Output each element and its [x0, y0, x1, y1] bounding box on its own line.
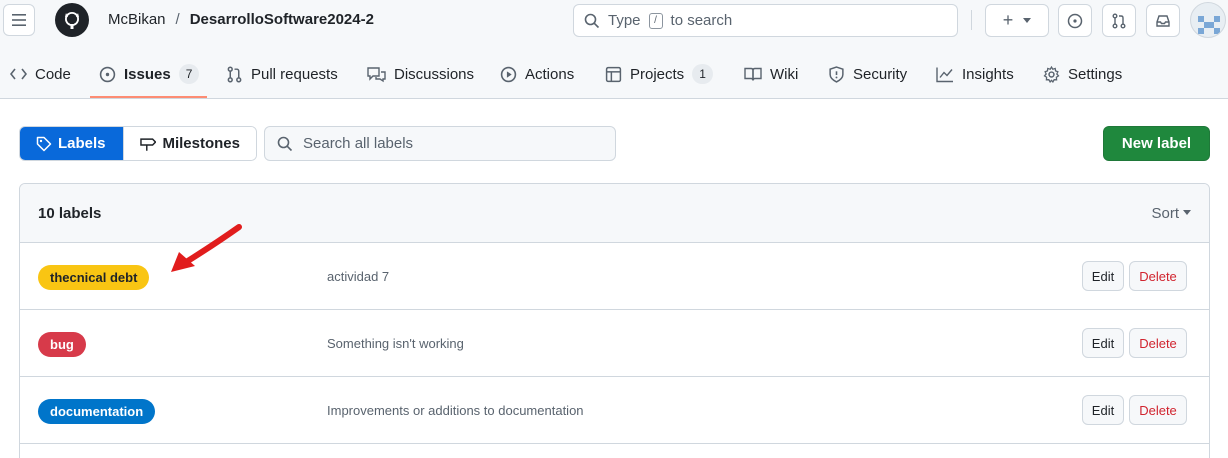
label-pill[interactable]: documentation [38, 399, 156, 424]
delete-button[interactable]: Delete [1129, 328, 1187, 358]
shield-icon [829, 65, 844, 83]
labels-milestones-toggle: Labels Milestones [19, 126, 257, 161]
tab-label: Security [853, 65, 908, 83]
hamburger-icon [12, 14, 26, 26]
milestones-tab-label: Milestones [162, 135, 240, 152]
label-pill[interactable]: bug [38, 332, 86, 357]
global-nav: McBikan / DesarrolloSoftware2024-2 Type … [0, 0, 1228, 44]
tab-label: Code [35, 65, 71, 83]
search-suffix: to search [670, 12, 733, 29]
repo-name-link[interactable]: DesarrolloSoftware2024-2 [190, 11, 374, 28]
gear-icon [1043, 65, 1060, 83]
tab-label: Insights [962, 65, 1014, 83]
tab-wiki[interactable]: Wiki [744, 54, 798, 94]
milestones-tab[interactable]: Milestones [123, 127, 256, 160]
search-prefix: Type [608, 12, 641, 29]
caret-down-icon [1183, 210, 1191, 215]
new-label-button[interactable]: New label [1103, 126, 1210, 161]
label-row: documentation Improvements or additions … [20, 377, 1209, 444]
tab-discussions[interactable]: Discussions [367, 54, 474, 94]
your-issues-button[interactable] [1058, 4, 1092, 37]
breadcrumb-separator: / [175, 11, 180, 28]
labels-tab-label: Labels [58, 135, 106, 152]
tab-label: Discussions [394, 65, 475, 83]
delete-button[interactable]: Delete [1129, 261, 1187, 291]
tab-label: Wiki [770, 65, 799, 83]
notifications-button[interactable] [1146, 4, 1180, 37]
git-pull-request-icon [1112, 13, 1126, 28]
active-tab-indicator [90, 96, 207, 98]
search-labels-input[interactable]: Search all labels [264, 126, 616, 161]
labels-count: 10 labels [38, 204, 102, 222]
tab-label: Settings [1068, 65, 1123, 83]
edit-button[interactable]: Edit [1082, 261, 1124, 291]
tab-projects[interactable]: Projects 1 [605, 54, 713, 94]
discussion-icon [367, 66, 386, 82]
tab-issues[interactable]: Issues 7 [99, 54, 200, 94]
user-avatar[interactable] [1190, 2, 1226, 38]
search-icon [584, 13, 600, 28]
label-row: bug Something isn't working Edit Delete [20, 310, 1209, 377]
tab-actions[interactable]: Actions [500, 54, 574, 94]
label-description: Something isn't working [327, 336, 464, 351]
projects-count-badge: 1 [692, 64, 713, 84]
tab-label: Issues [124, 65, 171, 83]
global-search-input[interactable]: Type / to search [573, 4, 958, 37]
label-description: actividad 7 [327, 269, 390, 284]
sort-dropdown[interactable]: Sort [1151, 205, 1191, 222]
tab-insights[interactable]: Insights [936, 54, 1014, 94]
repo-tabs: Code Issues 7 Pull requests Discussions … [0, 54, 1228, 99]
book-icon [744, 67, 762, 81]
github-logo[interactable] [55, 3, 89, 37]
header-divider [971, 10, 972, 30]
tab-code[interactable]: Code [10, 54, 71, 94]
pull-request-icon [227, 66, 242, 82]
identicon-icon [1198, 16, 1220, 34]
breadcrumb: McBikan / DesarrolloSoftware2024-2 [108, 11, 374, 28]
delete-button[interactable]: Delete [1129, 395, 1187, 425]
slash-key-hint: / [648, 12, 663, 29]
search-labels-placeholder: Search all labels [303, 135, 414, 152]
sort-label: Sort [1151, 204, 1179, 222]
repo-header: McBikan / DesarrolloSoftware2024-2 Type … [0, 0, 1228, 99]
play-icon [500, 66, 517, 82]
label-pill[interactable]: thecnical debt [38, 265, 150, 290]
menu-button[interactable] [3, 4, 35, 36]
code-icon [10, 68, 27, 80]
tab-security[interactable]: Security [828, 54, 907, 94]
edit-button[interactable]: Edit [1082, 328, 1124, 358]
issue-opened-icon [1067, 13, 1083, 28]
plus-icon: + [1002, 10, 1014, 30]
tag-icon [36, 136, 52, 151]
inbox-icon [1156, 14, 1170, 27]
repo-owner-link[interactable]: McBikan [108, 11, 166, 28]
label-description: Improvements or additions to documentati… [327, 403, 584, 418]
labels-tab[interactable]: Labels [20, 127, 123, 160]
your-pull-requests-button[interactable] [1102, 4, 1136, 37]
tab-pull-requests[interactable]: Pull requests [226, 54, 338, 94]
octocat-icon [65, 12, 79, 29]
tab-settings[interactable]: Settings [1043, 54, 1122, 94]
annotation-arrow [171, 224, 242, 272]
tab-label: Actions [525, 65, 575, 83]
issues-count-badge: 7 [178, 64, 200, 84]
table-icon [605, 66, 622, 82]
search-icon [277, 136, 293, 151]
milestone-icon [140, 137, 157, 151]
graph-icon [936, 67, 953, 82]
edit-button[interactable]: Edit [1082, 395, 1124, 425]
issue-icon [99, 66, 116, 82]
caret-down-icon [1023, 17, 1032, 23]
tab-label: Pull requests [251, 65, 338, 83]
tab-label: Projects [630, 65, 685, 83]
create-new-button[interactable]: + [985, 4, 1049, 37]
